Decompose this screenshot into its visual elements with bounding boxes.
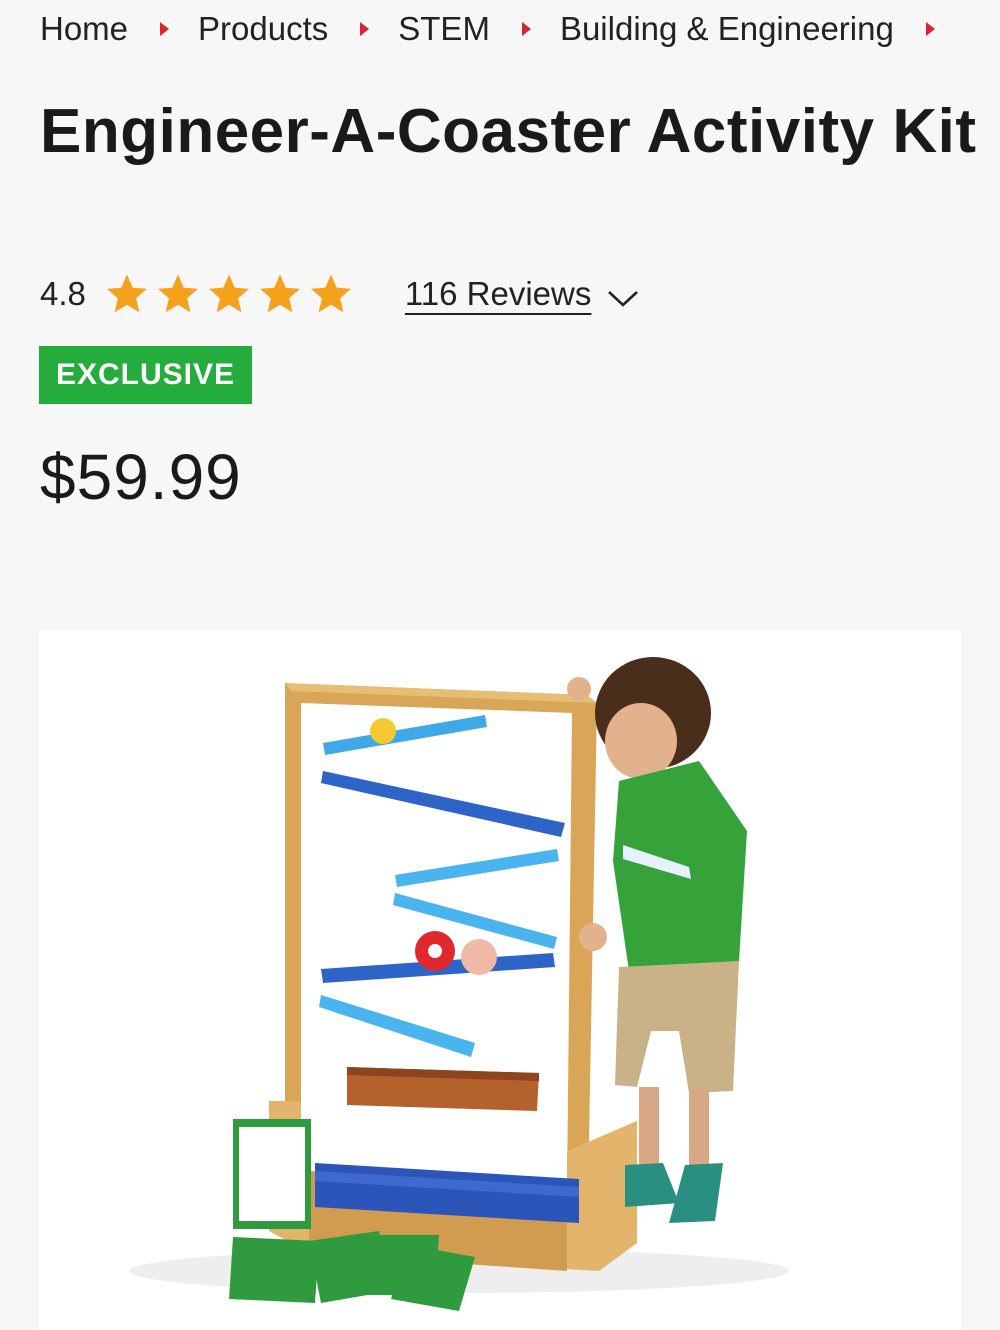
star-rating bbox=[104, 271, 359, 317]
caret-right-icon bbox=[521, 22, 531, 36]
star-icon bbox=[104, 271, 155, 317]
caret-right-icon bbox=[925, 22, 935, 36]
breadcrumb-stem[interactable]: STEM bbox=[398, 10, 490, 48]
product-title: Engineer-A-Coaster Activity Kit bbox=[40, 97, 977, 166]
star-icon bbox=[155, 271, 206, 317]
product-price: $59.99 bbox=[40, 441, 242, 513]
product-page: Home Products STEM Building & Engineerin… bbox=[0, 0, 1000, 1330]
breadcrumb-building-engineering[interactable]: Building & Engineering bbox=[560, 10, 894, 48]
chevron-down-icon[interactable] bbox=[605, 278, 641, 310]
exclusive-badge: EXCLUSIVE bbox=[39, 346, 252, 404]
star-icon bbox=[308, 271, 359, 317]
caret-right-icon bbox=[360, 22, 370, 36]
rating-summary: 4.8 116 Reviews bbox=[40, 266, 641, 322]
star-icon bbox=[206, 271, 257, 317]
rating-value: 4.8 bbox=[40, 275, 86, 312]
breadcrumb-products[interactable]: Products bbox=[198, 10, 328, 48]
caret-right-icon bbox=[160, 22, 170, 36]
reviews-link[interactable]: 116 Reviews bbox=[405, 275, 591, 313]
star-icon bbox=[257, 271, 308, 317]
breadcrumb-home[interactable]: Home bbox=[40, 10, 128, 48]
product-image[interactable] bbox=[39, 631, 961, 1330]
breadcrumb: Home Products STEM Building & Engineerin… bbox=[40, 6, 964, 52]
